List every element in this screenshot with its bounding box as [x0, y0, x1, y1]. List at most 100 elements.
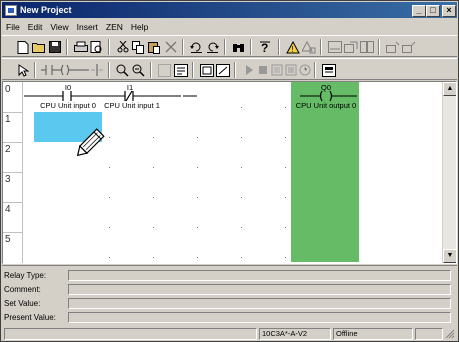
grid-dot	[285, 227, 286, 228]
grid-dot	[285, 137, 286, 138]
toolbar-separator	[182, 39, 184, 55]
toolbar-separator	[34, 62, 36, 78]
grid-dot	[197, 227, 198, 228]
warning-icon[interactable]: !	[284, 39, 301, 55]
grid-dot	[285, 197, 286, 198]
offline-icon[interactable]	[400, 39, 417, 55]
title-bar[interactable]: New Project _ □ ×	[2, 2, 457, 18]
redo-icon[interactable]	[204, 39, 221, 55]
grid-dot	[197, 257, 198, 258]
close-button[interactable]: ×	[442, 5, 456, 17]
menu-edit[interactable]: Edit	[24, 22, 47, 32]
paste-icon[interactable]	[146, 39, 163, 55]
undo-icon[interactable]	[188, 39, 205, 55]
display-window-icon[interactable]	[320, 62, 337, 78]
grid-dot	[197, 167, 198, 168]
comment-label: Comment:	[4, 284, 41, 294]
app-window: New Project _ □ × File Edit View Insert …	[0, 0, 459, 342]
menu-view[interactable]: View	[46, 22, 72, 32]
toolbar-separator	[278, 39, 280, 55]
transfer-icon[interactable]	[342, 39, 359, 55]
svg-text:?: ?	[261, 41, 268, 54]
grid-dot	[153, 227, 154, 228]
cut-icon[interactable]	[114, 39, 131, 55]
grid-dot	[241, 197, 242, 198]
grid-dot	[241, 107, 242, 108]
resize-grip-icon[interactable]	[445, 329, 455, 339]
contact-icon[interactable]	[40, 62, 57, 78]
toolbar-separator	[320, 39, 322, 55]
row-number: 5	[3, 232, 23, 263]
ladder-editor[interactable]: 0 1 2 3 4 5 I0 CPU Unit input 0 I1 CPU U…	[2, 81, 457, 264]
scroll-up-button[interactable]: ▲	[443, 82, 456, 96]
maximize-button[interactable]: □	[426, 5, 440, 17]
coil-comment: CPU Unit output 0	[295, 101, 357, 110]
function-view-icon[interactable]	[214, 62, 231, 78]
grid-dot	[109, 197, 110, 198]
grid-dot	[241, 227, 242, 228]
coil-address: Q0	[320, 83, 331, 92]
present-value-row: Present Value:	[4, 311, 451, 323]
window-title: New Project	[20, 5, 72, 15]
help-icon[interactable]: ?	[256, 39, 273, 55]
scroll-down-button[interactable]: ▼	[443, 249, 456, 263]
monitor-icon[interactable]	[326, 39, 343, 55]
print-preview-icon[interactable]	[88, 39, 105, 55]
warning-list-icon[interactable]	[300, 39, 317, 55]
app-icon	[5, 4, 17, 16]
grid-icon[interactable]	[156, 62, 173, 78]
toolbar-separator	[224, 39, 226, 55]
vertical-line-icon[interactable]	[88, 62, 105, 78]
row-divider	[3, 172, 23, 173]
row-number: 2	[3, 142, 23, 172]
comment-display-icon[interactable]	[172, 62, 189, 78]
toolbar-separator	[192, 62, 194, 78]
contact-address: I0	[64, 83, 72, 92]
save-icon[interactable]	[46, 39, 63, 55]
timer-icon[interactable]	[296, 62, 313, 78]
select-pointer-icon[interactable]	[14, 62, 31, 78]
grid-dot	[285, 257, 286, 258]
row-number: 3	[3, 172, 23, 202]
toolbar-separator	[150, 62, 152, 78]
contact-address: I1	[126, 83, 134, 92]
zoom-in-icon[interactable]	[114, 62, 131, 78]
grid-dot	[285, 107, 286, 108]
toolbar-separator	[378, 39, 380, 55]
coil-icon[interactable]	[56, 62, 73, 78]
vertical-scrollbar[interactable]: ▲ ▼	[442, 82, 456, 263]
menu-help[interactable]: Help	[127, 22, 152, 32]
minimize-button[interactable]: _	[412, 5, 426, 17]
toolbar-separator	[234, 62, 236, 78]
relay-type-label: Relay Type:	[4, 270, 47, 280]
grid-dot	[109, 227, 110, 228]
contact-comment: CPU Unit input 0	[40, 101, 96, 110]
set-value-field	[68, 297, 451, 309]
copy-icon[interactable]	[130, 39, 147, 55]
grid-dot	[109, 257, 110, 258]
print-icon[interactable]	[72, 39, 89, 55]
comment-field	[68, 283, 451, 295]
row-number: 1	[3, 112, 23, 142]
menu-insert[interactable]: Insert	[73, 22, 102, 32]
grid-dot	[241, 257, 242, 258]
menu-file[interactable]: File	[2, 22, 24, 32]
new-file-icon[interactable]	[14, 39, 31, 55]
set-value-label: Set Value:	[4, 298, 41, 308]
open-folder-icon[interactable]	[30, 39, 47, 55]
menu-zen[interactable]: ZEN	[102, 22, 127, 32]
zoom-out-icon[interactable]	[130, 62, 147, 78]
compare-icon[interactable]	[358, 39, 375, 55]
properties-pane: Relay Type: Comment: Set Value: Present …	[2, 265, 457, 327]
ladder-view-icon[interactable]	[198, 62, 215, 78]
delete-icon[interactable]	[162, 39, 179, 55]
status-pane-message	[4, 328, 257, 340]
find-icon[interactable]	[230, 39, 247, 55]
pencil-cursor-icon	[76, 128, 105, 157]
online-icon[interactable]	[384, 39, 401, 55]
horizontal-line-icon[interactable]	[72, 62, 89, 78]
toolbar-separator	[314, 62, 316, 78]
toolbar-separator	[108, 62, 110, 78]
status-bar: 10C3A*-A-V2 Offline	[2, 327, 457, 341]
grid-dot	[241, 137, 242, 138]
